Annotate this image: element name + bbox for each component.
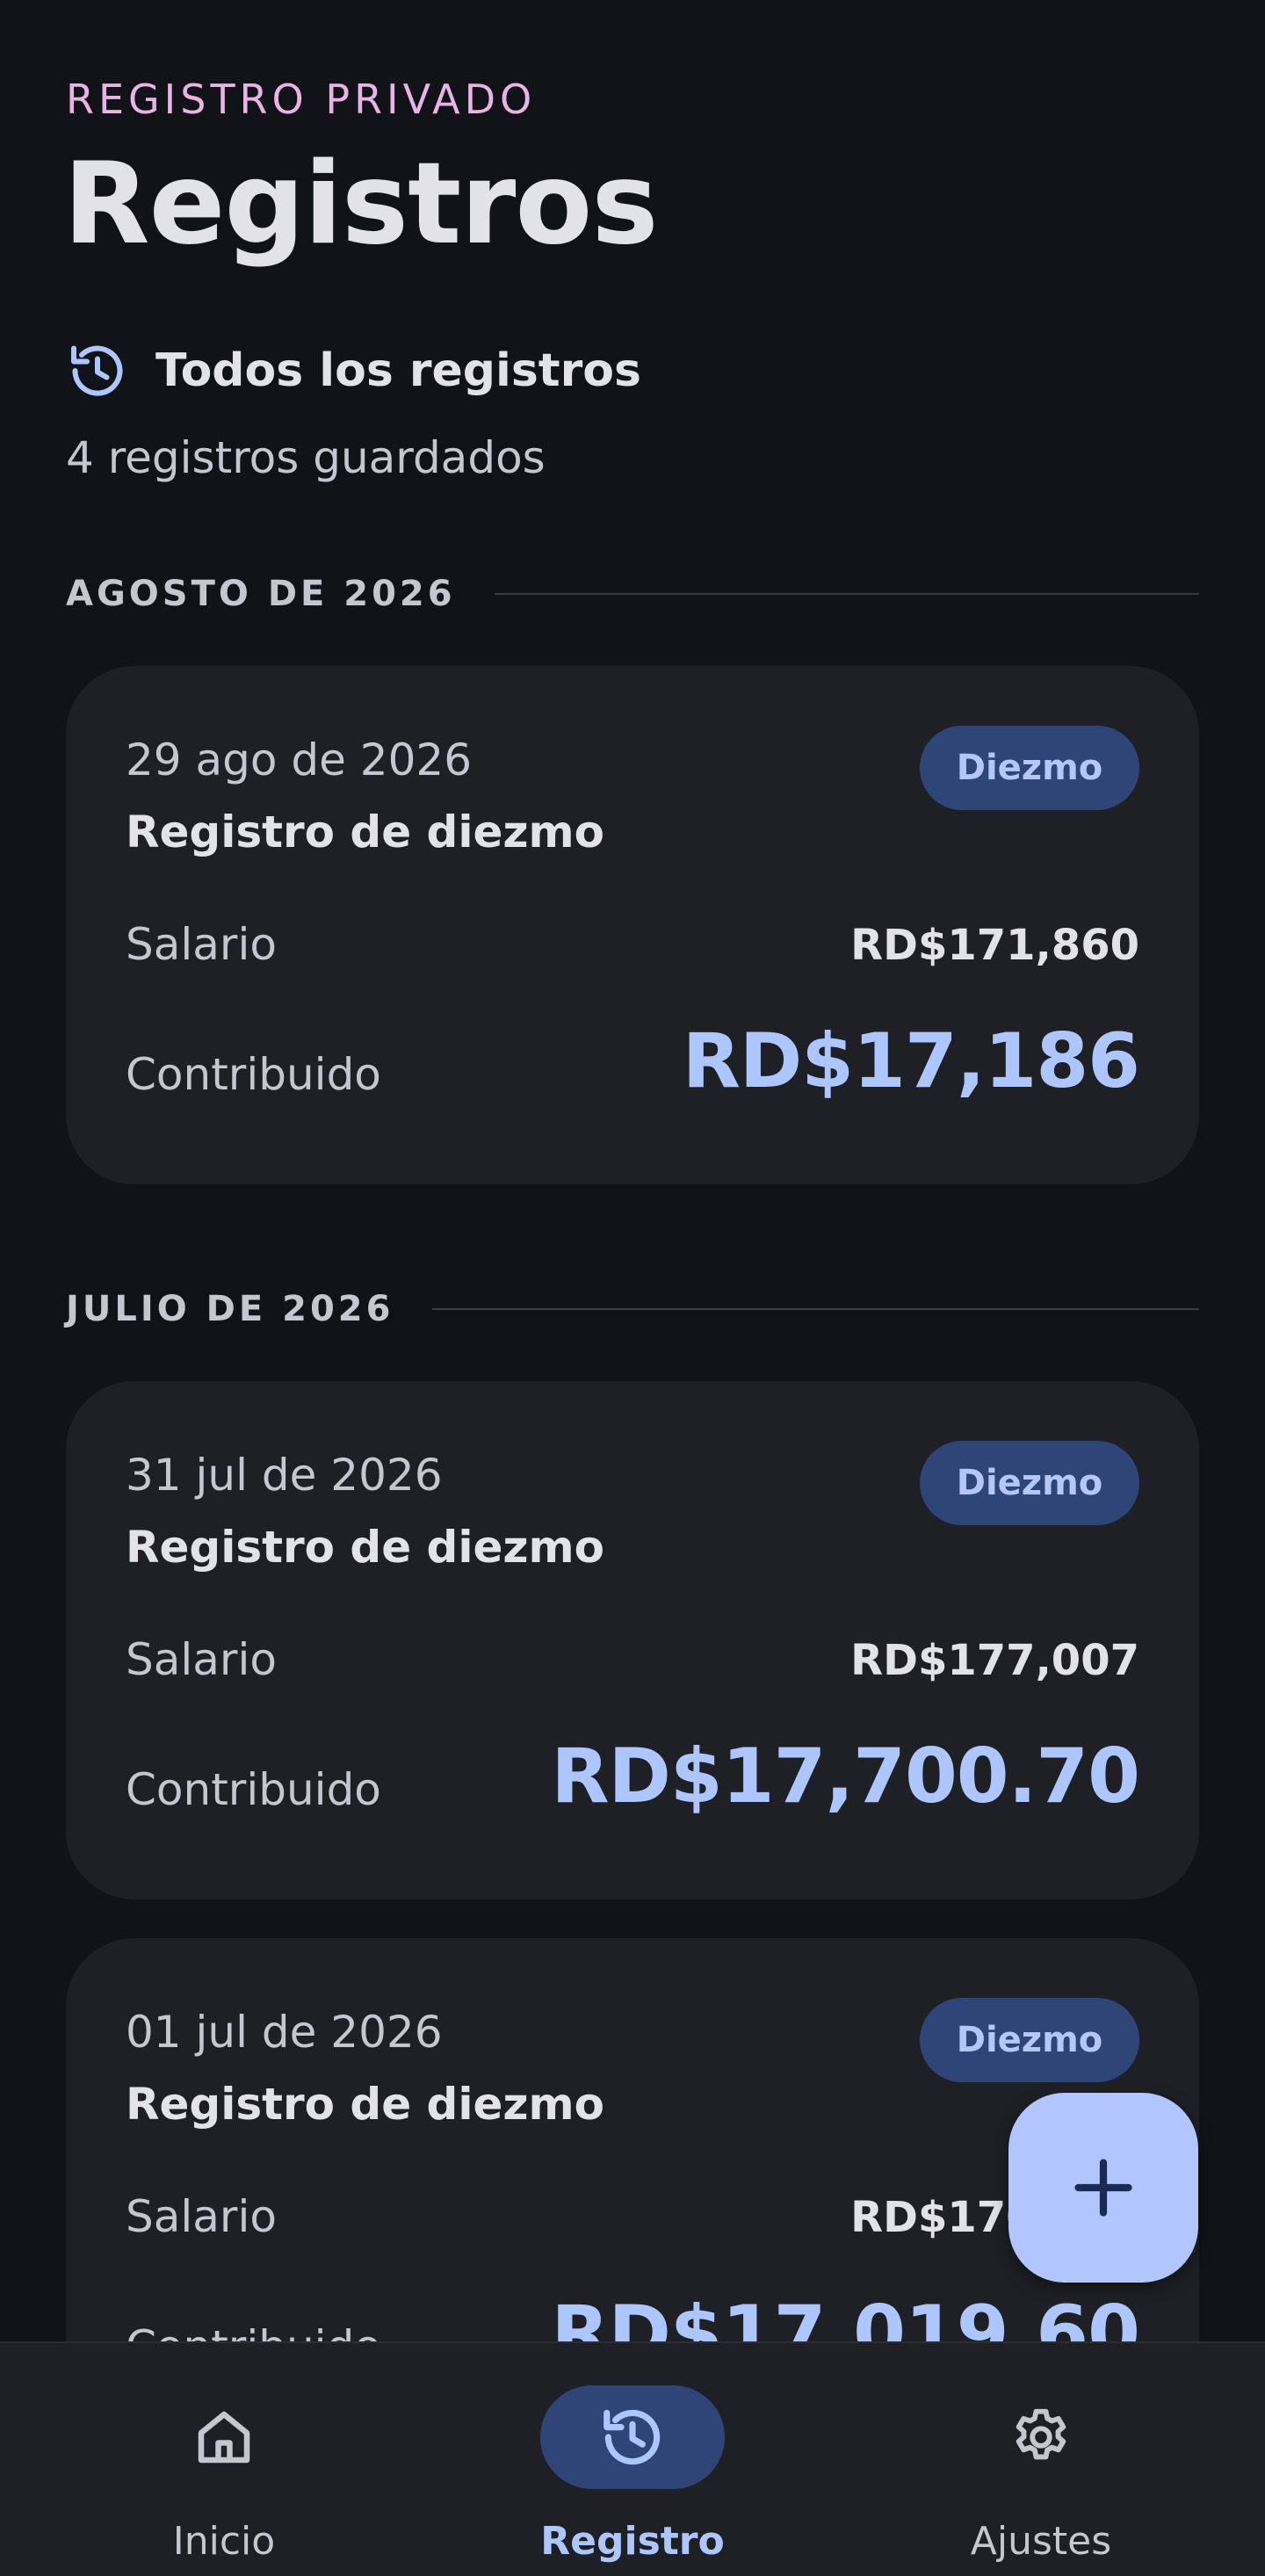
contributed-label: Contribuido: [126, 1049, 381, 1100]
contributed-label: Contribuido: [126, 2321, 381, 2341]
contributed-value: RD$17,186: [682, 1017, 1140, 1105]
record-title: Registro de diezmo: [126, 1522, 604, 1573]
gear-icon: [1016, 2408, 1066, 2460]
record-title: Registro de diezmo: [126, 807, 604, 857]
salary-label: Salario: [126, 2191, 277, 2242]
month-section-header: AGOSTO DE 2026: [66, 568, 1199, 620]
nav-label: Inicio: [172, 2519, 276, 2564]
nav-icon-container: [949, 2385, 1133, 2489]
page-title: Registros: [63, 139, 658, 270]
records-count: 4 registros guardados: [66, 432, 546, 483]
history-icon: [71, 345, 123, 396]
record-type-badge: Diezmo: [920, 726, 1139, 810]
salary-value: RD$177,007: [850, 1636, 1139, 1685]
month-section-title: AGOSTO DE 2026: [66, 574, 456, 614]
record-title: Registro de diezmo: [126, 2079, 604, 2130]
record-date: 31 jul de 2026: [126, 1450, 443, 1501]
home-icon: [198, 2411, 250, 2464]
record-date: 01 jul de 2026: [126, 2007, 443, 2058]
record-type-badge: Diezmo: [920, 1998, 1139, 2082]
salary-label: Salario: [126, 1634, 277, 1685]
page-eyebrow: REGISTRO PRIVADO: [66, 76, 537, 123]
contributed-value: RD$17,019.60: [551, 2290, 1140, 2341]
record-date: 29 ago de 2026: [126, 734, 473, 785]
salary-label: Salario: [126, 919, 277, 970]
records-scroll-area[interactable]: REGISTRO PRIVADO Registros Todos los reg…: [0, 0, 1265, 2341]
nav-item-ajustes[interactable]: Ajustes: [883, 2343, 1199, 2576]
all-records-label: Todos los registros: [155, 344, 641, 397]
month-section-header: JULIO DE 2026: [66, 1283, 1199, 1335]
contributed-value: RD$17,700.70: [551, 1733, 1140, 1820]
add-record-button[interactable]: [1008, 2093, 1198, 2283]
nav-icon-container-active: [540, 2385, 725, 2489]
record-card[interactable]: 31 jul de 2026 Registro de diezmo Diezmo…: [66, 1381, 1199, 1899]
month-section-title: JULIO DE 2026: [66, 1289, 394, 1329]
nav-item-registro[interactable]: Registro: [474, 2343, 791, 2576]
contributed-label: Contribuido: [126, 1764, 381, 1815]
plus-icon: [1074, 2159, 1132, 2217]
section-divider: [432, 1308, 1199, 1310]
history-icon: [604, 2409, 661, 2465]
app-root: REGISTRO PRIVADO Registros Todos los reg…: [0, 0, 1265, 2576]
all-records-header: Todos los registros: [66, 336, 641, 406]
record-card[interactable]: 29 ago de 2026 Registro de diezmo Diezmo…: [66, 666, 1199, 1184]
nav-icon-container: [132, 2385, 316, 2489]
nav-item-inicio[interactable]: Inicio: [66, 2343, 382, 2576]
salary-value: RD$171,860: [850, 921, 1139, 970]
nav-label: Ajustes: [970, 2519, 1112, 2564]
record-type-badge: Diezmo: [920, 1441, 1139, 1525]
section-divider: [494, 593, 1199, 595]
bottom-navigation: Inicio Registro Ajustes: [0, 2341, 1265, 2576]
nav-label: Registro: [540, 2519, 725, 2564]
